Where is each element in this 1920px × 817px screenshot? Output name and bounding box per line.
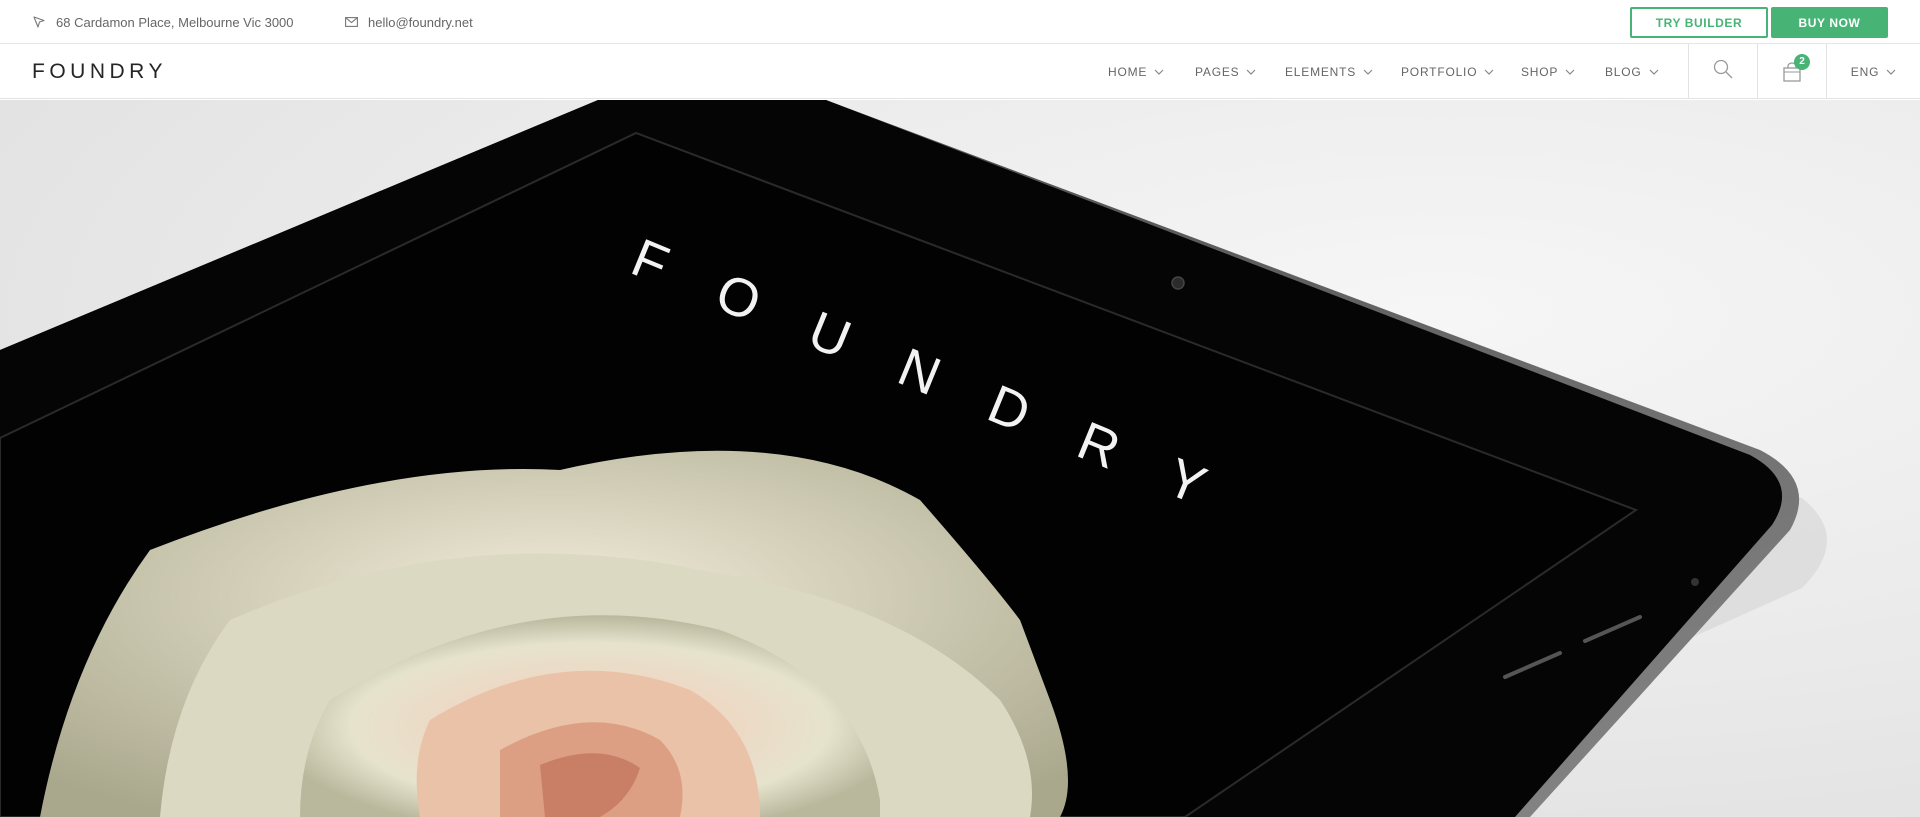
nav-item-elements[interactable]: ELEMENTS [1285,44,1373,99]
contact-address: 68 Cardamon Place, Melbourne Vic 3000 [32,0,294,44]
search-icon [1713,59,1733,84]
nav-item-shop[interactable]: SHOP [1521,44,1575,99]
language-label: ENG [1850,64,1880,79]
chevron-down-icon [1154,69,1164,75]
nav-item-label: HOME [1108,64,1148,79]
language-selector[interactable]: ENG [1826,44,1920,99]
shopping-bag-icon [1782,61,1802,86]
utility-bar: 68 Cardamon Place, Melbourne Vic 3000 he… [0,0,1920,44]
nav-item-label: BLOG [1605,64,1642,79]
contact-email[interactable]: hello@foundry.net [344,0,473,44]
nav-item-label: ELEMENTS [1285,64,1357,79]
email-text[interactable]: hello@foundry.net [368,15,473,30]
buy-now-button[interactable]: BUY NOW [1771,7,1888,38]
nav-item-portfolio[interactable]: PORTFOLIO [1401,44,1494,99]
address-text: 68 Cardamon Place, Melbourne Vic 3000 [56,14,294,30]
cart-button[interactable]: 2 [1757,44,1826,99]
site-logo[interactable]: FOUNDRY [32,44,167,99]
nav-item-label: PORTFOLIO [1401,64,1478,79]
nav-item-label: PAGES [1195,64,1240,79]
chevron-down-icon [1484,69,1494,75]
chevron-down-icon [1649,69,1659,75]
tablet-illustration: FOUNDRY [0,100,1827,817]
cart-count-badge: 2 [1794,53,1810,70]
pointer-icon [32,15,46,29]
try-builder-button[interactable]: TRY BUILDER [1630,7,1768,38]
envelope-icon [344,15,358,29]
nav-item-pages[interactable]: PAGES [1195,44,1256,99]
chevron-down-icon [1565,69,1575,75]
chevron-down-icon [1246,69,1256,75]
chevron-down-icon [1363,69,1373,75]
nav-item-home[interactable]: HOME [1108,44,1164,99]
search-button[interactable] [1688,44,1757,99]
chevron-down-icon [1886,69,1896,75]
hero-banner: FOUNDRY [0,100,1920,817]
main-navbar: FOUNDRY HOME PAGES ELEMENTS PORTFOLIO SH… [0,44,1920,99]
nav-item-label: SHOP [1521,64,1559,79]
nav-item-blog[interactable]: BLOG [1605,44,1659,99]
